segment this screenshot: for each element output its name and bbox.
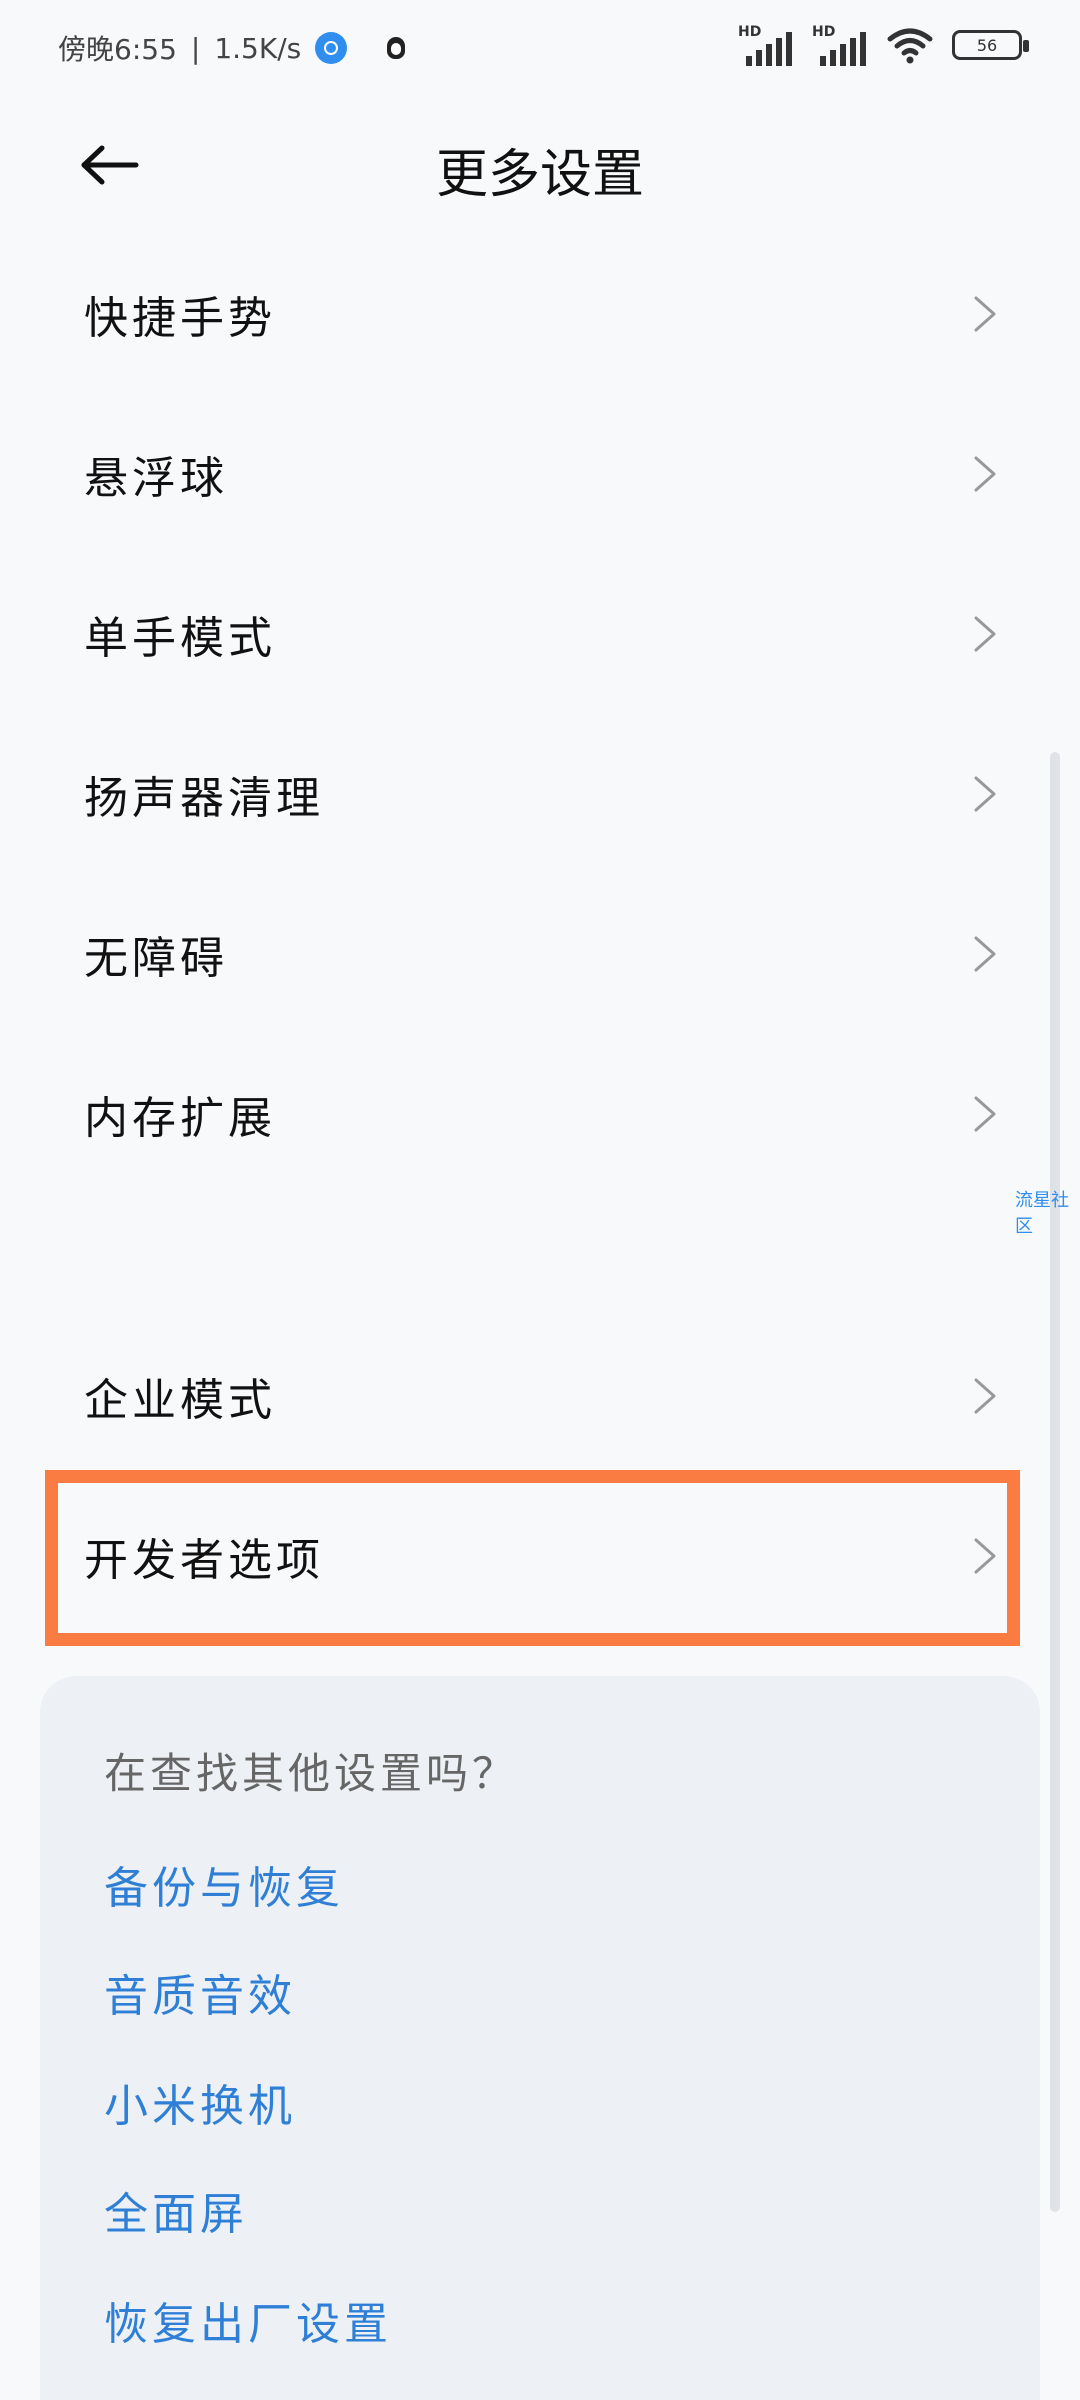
- chevron-right-icon: [972, 774, 1000, 814]
- list-item-label: 企业模式: [84, 1375, 276, 1426]
- screen: 傍晚6:55 | 1.5K/s HD HD 56 更多设置 快捷手势 悬浮球 单…: [0, 0, 1080, 2400]
- list-item-label: 内存扩展: [84, 1093, 276, 1144]
- suggestion-card: 在查找其他设置吗？ 备份与恢复 音质音效 小米换机 全面屏 恢复出厂设置: [40, 1676, 1040, 2400]
- list-item-accessibility[interactable]: 无障碍: [0, 884, 1080, 1024]
- status-net-speed: 1.5K/s: [214, 31, 302, 65]
- chevron-right-icon: [972, 1094, 1000, 1134]
- list-item-gestures[interactable]: 快捷手势: [0, 244, 1080, 384]
- battery-level: 56: [976, 35, 998, 55]
- battery-icon: 56: [952, 30, 1029, 60]
- wifi-icon: [886, 25, 934, 65]
- chevron-right-icon: [972, 454, 1000, 494]
- suggestion-link-factory-reset[interactable]: 恢复出厂设置: [104, 2288, 392, 2352]
- chevron-right-icon: [972, 1376, 1000, 1416]
- qq-notification-icon: [387, 37, 406, 59]
- status-right: HD HD 56: [738, 24, 1029, 66]
- suggestion-title: 在查找其他设置吗？: [104, 1749, 519, 1798]
- watermark: 流星社区: [1015, 1190, 1069, 1237]
- signal-icon-1: HD: [738, 24, 794, 66]
- signal-icon-2: HD: [812, 24, 868, 66]
- list-item-speaker-cleaning[interactable]: 扬声器清理: [0, 724, 1080, 864]
- vpn-icon: [315, 32, 348, 64]
- suggestion-link-backup[interactable]: 备份与恢复: [104, 1852, 344, 1916]
- chevron-right-icon: [972, 1536, 1000, 1576]
- chevron-right-icon: [972, 294, 1000, 334]
- list-item-label: 单手模式: [84, 613, 276, 664]
- header: 更多设置: [0, 110, 1080, 220]
- list-item-label: 快捷手势: [84, 293, 276, 344]
- list-item-memory-extension[interactable]: 内存扩展: [0, 1044, 1080, 1184]
- list-item-label: 悬浮球: [84, 453, 228, 504]
- scrollbar[interactable]: [1050, 752, 1060, 2212]
- suggestion-link-fullscreen[interactable]: 全面屏: [104, 2178, 248, 2242]
- status-separator: |: [190, 31, 201, 65]
- suggestion-link-mi-mover[interactable]: 小米换机: [104, 2070, 296, 2134]
- chevron-right-icon: [972, 614, 1000, 654]
- list-item-floating-ball[interactable]: 悬浮球: [0, 404, 1080, 544]
- status-time: 傍晚6:55: [58, 33, 177, 66]
- status-bar: 傍晚6:55 | 1.5K/s HD HD 56: [0, 0, 1080, 110]
- status-left: 傍晚6:55 | 1.5K/s: [58, 28, 406, 68]
- list-item-label: 开发者选项: [84, 1535, 324, 1586]
- list-item-label: 扬声器清理: [84, 773, 324, 824]
- page-title: 更多设置: [435, 145, 644, 205]
- suggestion-link-audio[interactable]: 音质音效: [104, 1960, 296, 2024]
- list-item-label: 无障碍: [84, 933, 228, 984]
- list-item-developer-options[interactable]: 开发者选项: [0, 1486, 1080, 1626]
- list-item-one-hand-mode[interactable]: 单手模式: [0, 564, 1080, 704]
- list-item-enterprise-mode[interactable]: 企业模式: [0, 1326, 1080, 1466]
- chevron-right-icon: [972, 934, 1000, 974]
